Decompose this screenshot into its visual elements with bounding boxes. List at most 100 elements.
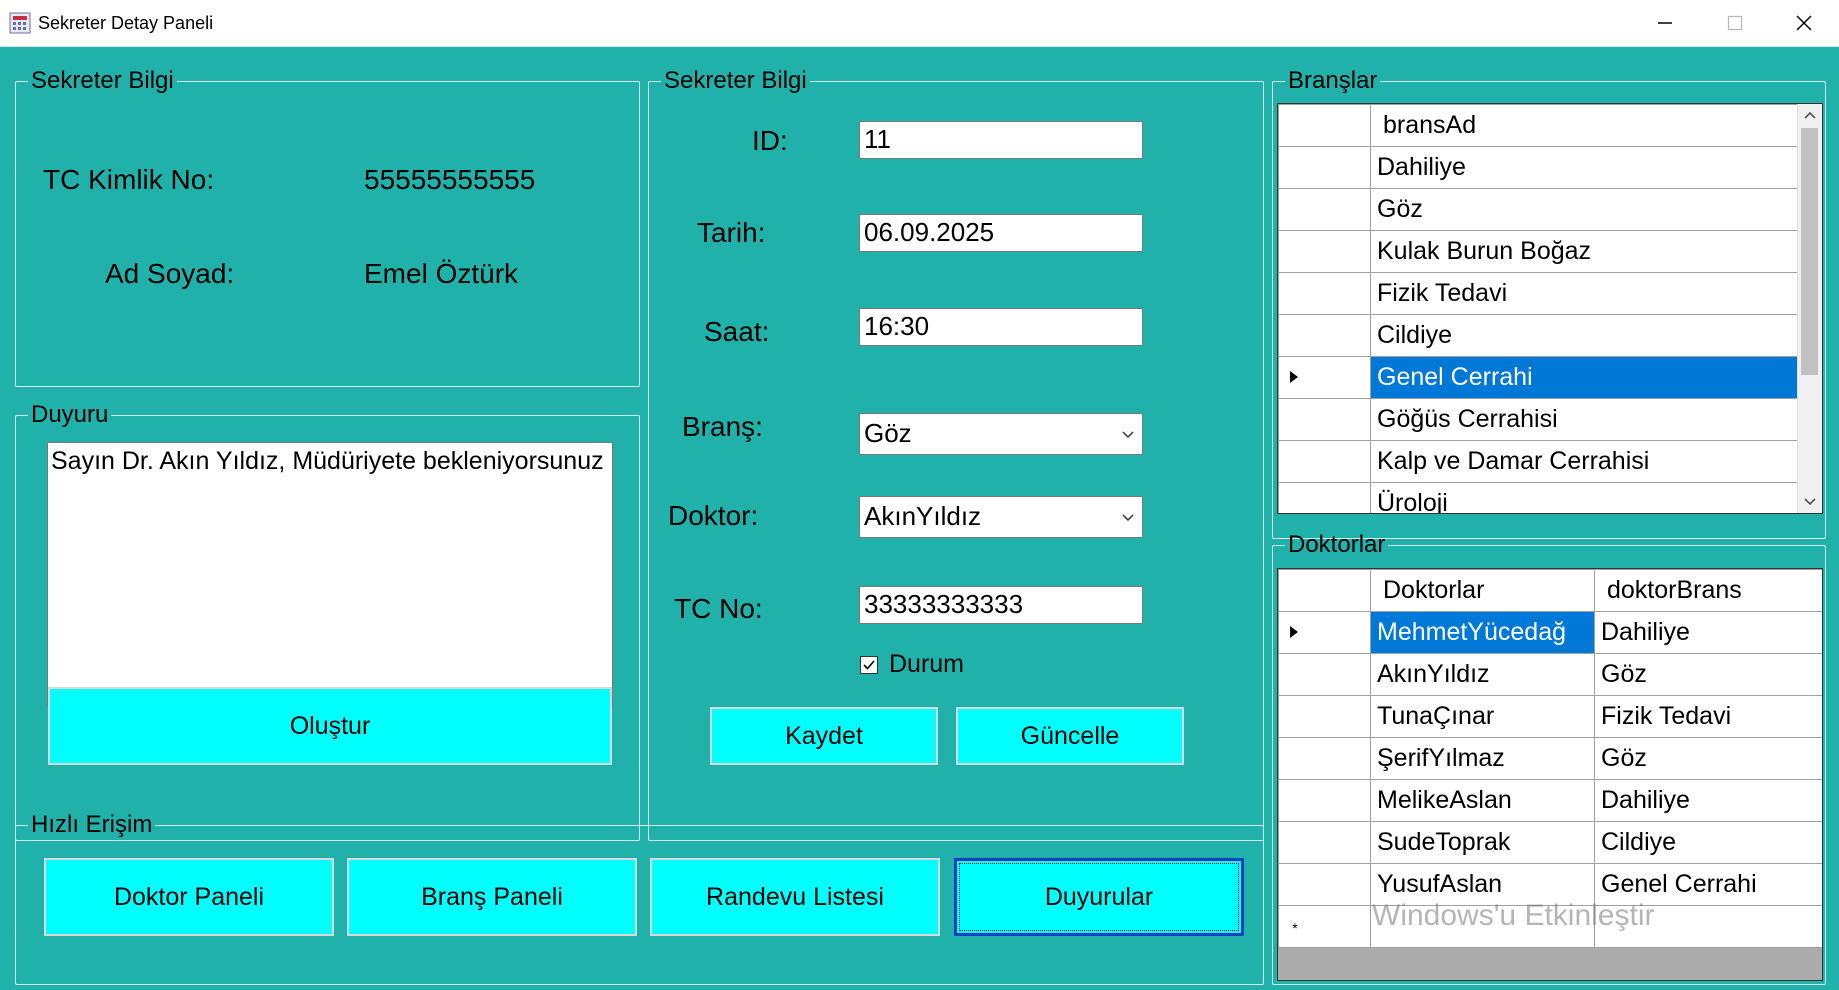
branches-scrollbar[interactable] (1797, 104, 1822, 513)
status-checkbox[interactable] (860, 656, 878, 674)
table-row-selected[interactable]: Genel Cerrahi (1278, 356, 1799, 399)
time-field[interactable]: 16:30 (859, 308, 1143, 346)
announce-textarea[interactable]: Sayın Dr. Akın Yıldız, Müdüriyete beklen… (47, 442, 613, 706)
date-label: Tarih: (697, 217, 766, 248)
doctor-name-cell[interactable]: ŞerifYılmaz (1370, 737, 1595, 780)
scroll-up-icon[interactable] (1798, 104, 1822, 126)
table-row[interactable]: AkınYıldız Göz (1278, 653, 1822, 696)
doctor-select[interactable]: AkınYıldız (859, 496, 1143, 538)
table-row[interactable]: ŞerifYılmaz Göz (1278, 737, 1822, 780)
tc-label: TC Kimlik No: (43, 164, 215, 195)
row-header[interactable] (1278, 695, 1371, 738)
table-row[interactable]: SudeToprak Cildiye (1278, 821, 1822, 864)
table-row[interactable]: Üroloji (1278, 482, 1799, 513)
row-header[interactable] (1278, 482, 1371, 513)
doctor-label: Doktor: (668, 500, 759, 531)
row-header[interactable] (1278, 146, 1371, 189)
row-header[interactable] (1278, 398, 1371, 441)
scroll-thumb[interactable] (1801, 128, 1818, 375)
branch-cell[interactable]: Kulak Burun Boğaz (1370, 230, 1799, 273)
title-bar: Sekreter Detay Paneli (0, 0, 1839, 47)
table-row[interactable]: Göz (1278, 188, 1799, 231)
branch-cell[interactable]: Kalp ve Damar Cerrahisi (1370, 440, 1799, 483)
info-group-legend: Sekreter Bilgi (31, 67, 174, 94)
branch-cell[interactable]: Dahiliye (1370, 146, 1799, 189)
branch-cell[interactable]: Göğüs Cerrahisi (1370, 398, 1799, 441)
row-header[interactable]: * (1278, 905, 1371, 948)
tc-no-label: TC No: (674, 593, 763, 624)
doctor-branch-cell[interactable]: Fizik Tedavi (1594, 695, 1822, 738)
table-row[interactable]: Göğüs Cerrahisi (1278, 398, 1799, 441)
branches-column-header[interactable]: bransAd (1370, 104, 1799, 147)
row-header[interactable] (1278, 737, 1371, 780)
row-header[interactable] (1278, 863, 1371, 906)
current-row-icon (1290, 626, 1298, 638)
doctor-branch-cell[interactable]: Dahiliye (1594, 779, 1822, 822)
row-header[interactable] (1278, 356, 1371, 399)
table-row[interactable]: TunaÇınar Fizik Tedavi (1278, 695, 1822, 738)
doctor-name-cell[interactable]: SudeToprak (1370, 821, 1595, 864)
doctor-branch-cell[interactable]: Cildiye (1594, 821, 1822, 864)
name-label: Ad Soyad: (105, 258, 235, 289)
branch-cell[interactable]: Genel Cerrahi (1370, 356, 1799, 399)
doctor-name-cell[interactable]: MehmetYücedağ (1370, 611, 1595, 654)
chevron-down-icon (1122, 514, 1134, 522)
client-area: Sekreter Bilgi TC Kimlik No: 55555555555… (0, 47, 1839, 990)
branch-label: Branş: (682, 411, 763, 442)
save-button[interactable]: Kaydet (710, 707, 938, 765)
maximize-button[interactable] (1700, 0, 1770, 46)
row-header[interactable] (1278, 779, 1371, 822)
create-announce-button[interactable]: Oluştur (48, 687, 612, 765)
doctor-branch-cell[interactable]: Göz (1594, 653, 1822, 696)
id-field[interactable]: 11 (859, 121, 1143, 159)
close-button[interactable] (1769, 0, 1839, 46)
app-icon (9, 12, 31, 34)
new-row-icon: * (1292, 922, 1298, 934)
row-header[interactable] (1278, 188, 1371, 231)
branches-corner (1278, 104, 1371, 147)
table-row[interactable]: Fizik Tedavi (1278, 272, 1799, 315)
doctors-column-header[interactable]: Doktorlar (1370, 569, 1595, 612)
branches-grid[interactable]: bransAd Dahiliye Göz Kulak Burun Boğaz F… (1277, 103, 1823, 514)
table-row-selected[interactable]: MehmetYücedağ Dahiliye (1278, 611, 1822, 654)
row-header[interactable] (1278, 821, 1371, 864)
branch-cell[interactable]: Göz (1370, 188, 1799, 231)
row-header[interactable] (1278, 653, 1371, 696)
update-button[interactable]: Güncelle (956, 707, 1184, 765)
date-field[interactable]: 06.09.2025 (859, 214, 1143, 252)
branch-cell[interactable]: Üroloji (1370, 482, 1799, 513)
branch-cell[interactable]: Fizik Tedavi (1370, 272, 1799, 315)
row-header[interactable] (1278, 272, 1371, 315)
branch-select-value: Göz (864, 418, 912, 448)
doctor-branch-cell[interactable]: Dahiliye (1594, 611, 1822, 654)
doctor-name-cell[interactable]: TunaÇınar (1370, 695, 1595, 738)
branch-select[interactable]: Göz (859, 413, 1143, 455)
branch-panel-button[interactable]: Branş Paneli (347, 858, 637, 936)
doctor-name-cell[interactable]: MelikeAslan (1370, 779, 1595, 822)
scroll-down-icon[interactable] (1798, 491, 1822, 513)
form-group-legend: Sekreter Bilgi (664, 67, 807, 94)
table-row[interactable]: Dahiliye (1278, 146, 1799, 189)
table-row[interactable]: Kalp ve Damar Cerrahisi (1278, 440, 1799, 483)
quick-access-legend: Hızlı Erişim (31, 811, 153, 838)
appointment-list-button[interactable]: Randevu Listesi (650, 858, 940, 936)
maximize-icon (1727, 15, 1743, 31)
row-header[interactable] (1278, 440, 1371, 483)
row-header[interactable] (1278, 314, 1371, 357)
branch-cell[interactable]: Cildiye (1370, 314, 1799, 357)
doctor-select-value: AkınYıldız (864, 501, 982, 531)
tc-value: 55555555555 (364, 164, 536, 195)
table-row[interactable]: Cildiye (1278, 314, 1799, 357)
doctor-name-cell[interactable]: AkınYıldız (1370, 653, 1595, 696)
table-row[interactable]: MelikeAslan Dahiliye (1278, 779, 1822, 822)
svg-text:*: * (1292, 922, 1298, 934)
doctor-branch-cell[interactable]: Göz (1594, 737, 1822, 780)
branch-column-header[interactable]: doktorBrans (1594, 569, 1822, 612)
table-row[interactable]: Kulak Burun Boğaz (1278, 230, 1799, 273)
doctor-panel-button[interactable]: Doktor Paneli (44, 858, 334, 936)
tc-no-field[interactable]: 33333333333 (859, 586, 1143, 624)
announcements-button[interactable]: Duyurular (954, 858, 1244, 936)
minimize-button[interactable] (1630, 0, 1700, 46)
row-header[interactable] (1278, 611, 1371, 654)
row-header[interactable] (1278, 230, 1371, 273)
